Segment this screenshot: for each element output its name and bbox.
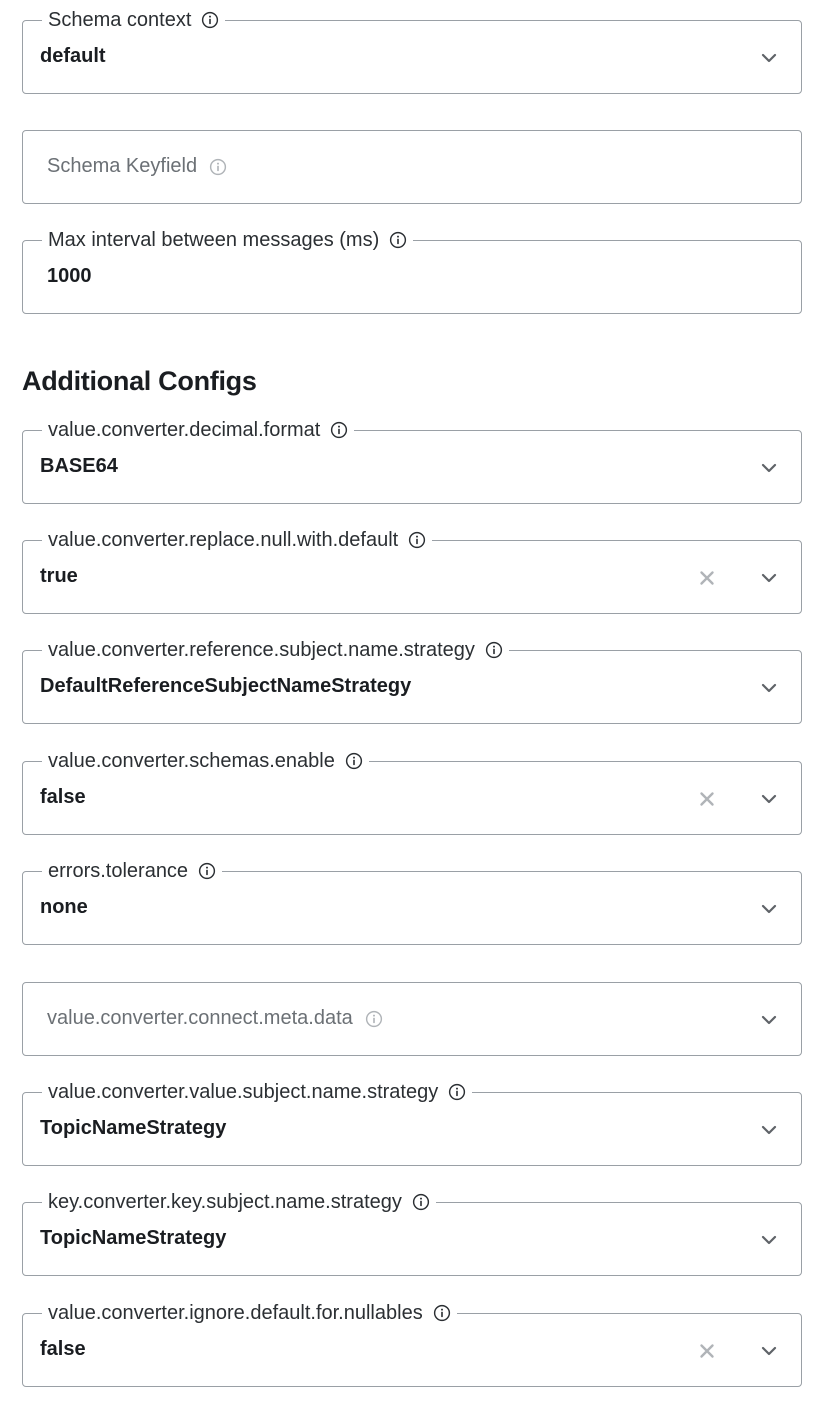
close-icon[interactable] (697, 1341, 717, 1361)
chevron-down-icon[interactable] (759, 789, 779, 809)
schemas-enable-select[interactable]: value.converter.schemas.enable false (22, 746, 802, 835)
info-icon[interactable] (365, 1010, 383, 1028)
chevron-down-icon[interactable] (759, 1010, 779, 1030)
close-icon[interactable] (697, 568, 717, 588)
info-icon[interactable] (345, 752, 363, 770)
schema-context-select[interactable]: Schema context default (22, 5, 802, 94)
schema-keyfield-placeholder-group: Schema Keyfield (47, 155, 227, 178)
schemas-enable-label-group: value.converter.schemas.enable (42, 746, 369, 776)
key-subject-label-group: key.converter.key.subject.name.strategy (42, 1187, 436, 1217)
schema-context-label: Schema context (48, 8, 192, 31)
max-interval-input[interactable]: Max interval between messages (ms) 1000 (22, 225, 802, 314)
reference-subject-select[interactable]: value.converter.reference.subject.name.s… (22, 635, 802, 724)
ignore-default-label-group: value.converter.ignore.default.for.nulla… (42, 1298, 457, 1328)
chevron-down-icon[interactable] (759, 458, 779, 478)
info-icon[interactable] (330, 421, 348, 439)
chevron-down-icon[interactable] (759, 678, 779, 698)
chevron-down-icon[interactable] (759, 1230, 779, 1250)
key-subject-label: key.converter.key.subject.name.strategy (48, 1190, 402, 1213)
ignore-default-select[interactable]: value.converter.ignore.default.for.nulla… (22, 1298, 802, 1387)
info-icon[interactable] (389, 231, 407, 249)
max-interval-label: Max interval between messages (ms) (48, 228, 380, 251)
schemas-enable-value: false (40, 786, 86, 808)
chevron-down-icon[interactable] (759, 48, 779, 68)
decimal-format-select[interactable]: value.converter.decimal.format BASE64 (22, 415, 802, 504)
connect-meta-data-select[interactable]: value.converter.connect.meta.data (22, 982, 802, 1056)
reference-subject-label: value.converter.reference.subject.name.s… (48, 638, 475, 661)
key-subject-value: TopicNameStrategy (40, 1227, 227, 1249)
decimal-format-label: value.converter.decimal.format (48, 418, 321, 441)
value-subject-label-group: value.converter.value.subject.name.strat… (42, 1077, 473, 1107)
info-icon[interactable] (433, 1304, 451, 1322)
info-icon[interactable] (198, 862, 216, 880)
info-icon[interactable] (448, 1083, 466, 1101)
schema-keyfield-placeholder: Schema Keyfield (47, 155, 198, 177)
chevron-down-icon[interactable] (759, 899, 779, 919)
chevron-down-icon[interactable] (759, 1120, 779, 1140)
reference-subject-label-group: value.converter.reference.subject.name.s… (42, 635, 509, 665)
connect-meta-data-placeholder: value.converter.connect.meta.data (47, 1007, 353, 1029)
value-subject-value: TopicNameStrategy (40, 1117, 227, 1139)
decimal-format-label-group: value.converter.decimal.format (42, 415, 355, 445)
decimal-format-value: BASE64 (40, 455, 118, 477)
replace-null-select[interactable]: value.converter.replace.null.with.defaul… (22, 525, 802, 614)
close-icon[interactable] (697, 789, 717, 809)
schemas-enable-label: value.converter.schemas.enable (48, 749, 335, 772)
info-icon[interactable] (209, 158, 227, 176)
replace-null-label: value.converter.replace.null.with.defaul… (48, 528, 399, 551)
info-icon[interactable] (485, 641, 503, 659)
value-subject-select[interactable]: value.converter.value.subject.name.strat… (22, 1077, 802, 1166)
schema-context-value: default (40, 45, 106, 67)
connect-meta-data-placeholder-group: value.converter.connect.meta.data (47, 1007, 383, 1030)
additional-configs-heading: Additional Configs (22, 366, 257, 396)
info-icon[interactable] (412, 1193, 430, 1211)
max-interval-label-group: Max interval between messages (ms) (42, 225, 414, 255)
replace-null-value: true (40, 565, 78, 587)
chevron-down-icon[interactable] (759, 568, 779, 588)
ignore-default-value: false (40, 1338, 86, 1360)
schema-context-label-group: Schema context (42, 5, 226, 35)
max-interval-value: 1000 (47, 265, 92, 287)
value-subject-label: value.converter.value.subject.name.strat… (48, 1080, 439, 1103)
replace-null-label-group: value.converter.replace.null.with.defaul… (42, 525, 433, 555)
reference-subject-value: DefaultReferenceSubjectNameStrategy (40, 675, 412, 697)
chevron-down-icon[interactable] (759, 1341, 779, 1361)
ignore-default-label: value.converter.ignore.default.for.nulla… (48, 1301, 423, 1324)
errors-tolerance-value: none (40, 896, 88, 918)
schema-keyfield-input[interactable]: Schema Keyfield (22, 130, 802, 204)
info-icon[interactable] (408, 531, 426, 549)
errors-tolerance-select[interactable]: errors.tolerance none (22, 856, 802, 945)
errors-tolerance-label-group: errors.tolerance (42, 856, 223, 886)
info-icon[interactable] (201, 11, 219, 29)
errors-tolerance-label: errors.tolerance (48, 859, 189, 882)
key-subject-select[interactable]: key.converter.key.subject.name.strategy … (22, 1187, 802, 1276)
